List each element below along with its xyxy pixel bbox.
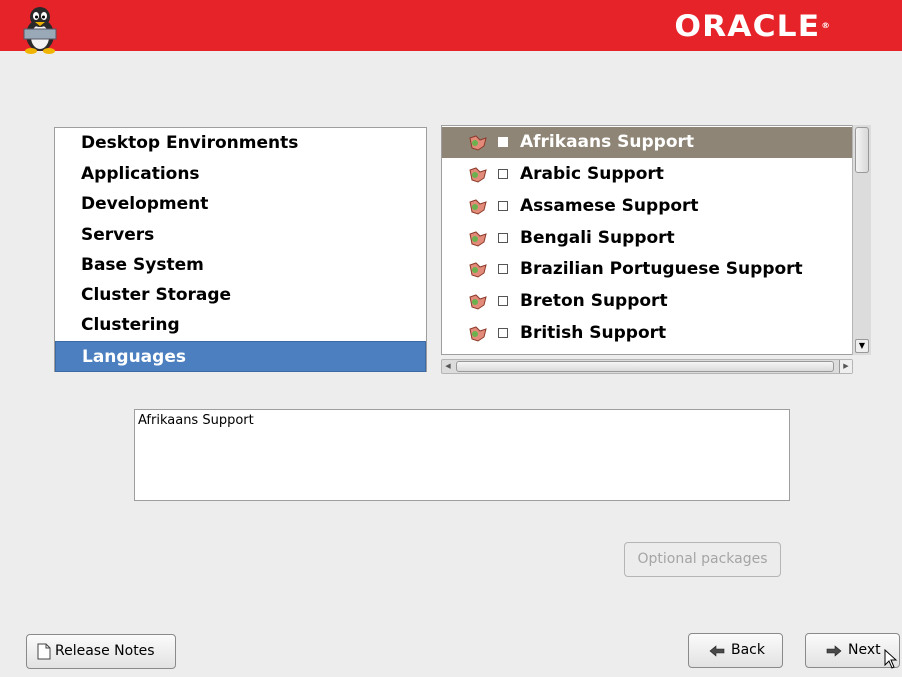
scroll-right-arrow-icon[interactable]: ▶ xyxy=(839,360,852,373)
category-item-cluster-storage[interactable]: Cluster Storage xyxy=(55,280,426,311)
release-notes-label: Release Notes xyxy=(55,643,155,659)
package-group-icon xyxy=(469,231,487,247)
document-icon xyxy=(37,643,51,660)
package-checkbox[interactable] xyxy=(498,201,508,211)
category-item-languages[interactable]: Languages xyxy=(55,341,426,372)
package-label: Afrikaans Support xyxy=(520,132,695,152)
package-item-assamese[interactable]: Assamese Support xyxy=(442,191,854,222)
category-item-servers[interactable]: Servers xyxy=(55,220,426,251)
next-label: Next xyxy=(848,642,881,658)
package-item-brazilian-portuguese[interactable]: Brazilian Portuguese Support xyxy=(442,254,854,285)
package-checkbox[interactable] xyxy=(498,169,508,179)
back-arrow-icon xyxy=(709,645,725,657)
package-item-breton[interactable]: Breton Support xyxy=(442,286,854,317)
scrollbar-thumb[interactable] xyxy=(456,361,834,372)
category-item-clustering[interactable]: Clustering xyxy=(55,310,426,341)
header-bar: ORACLE® xyxy=(0,0,902,54)
scroll-left-arrow-icon[interactable]: ◀ xyxy=(442,360,454,373)
back-label: Back xyxy=(731,642,765,658)
category-item-desktop-environments[interactable]: Desktop Environments xyxy=(55,128,426,159)
category-item-base-system[interactable]: Base System xyxy=(55,250,426,281)
package-item-arabic[interactable]: Arabic Support xyxy=(442,159,854,190)
next-arrow-icon xyxy=(826,645,842,657)
package-label: Assamese Support xyxy=(520,196,699,216)
release-notes-button[interactable]: Release Notes xyxy=(26,634,176,669)
package-label: Breton Support xyxy=(520,291,668,311)
package-checkbox[interactable] xyxy=(498,233,508,243)
package-list-horizontal-scrollbar[interactable]: ◀ ▶ xyxy=(441,359,853,374)
package-group-icon xyxy=(469,294,487,310)
package-item-bengali[interactable]: Bengali Support xyxy=(442,223,854,254)
package-checkbox[interactable] xyxy=(498,328,508,338)
package-checkbox[interactable] xyxy=(498,264,508,274)
package-description: Afrikaans Support xyxy=(134,409,790,501)
package-group-icon xyxy=(469,135,487,151)
package-item-british[interactable]: British Support xyxy=(442,318,854,349)
oracle-logo: ORACLE® xyxy=(674,9,831,43)
package-group-icon xyxy=(469,326,487,342)
back-button[interactable]: Back xyxy=(688,633,783,668)
package-label: Bengali Support xyxy=(520,228,675,248)
package-label: British Support xyxy=(520,323,667,343)
package-label: Arabic Support xyxy=(520,164,664,184)
optional-packages-button[interactable]: Optional packages xyxy=(624,542,781,577)
category-item-applications[interactable]: Applications xyxy=(55,159,426,190)
package-group-icon xyxy=(469,167,487,183)
package-checkbox[interactable] xyxy=(498,137,508,147)
package-item-afrikaans[interactable]: Afrikaans Support xyxy=(442,127,854,158)
package-checkbox[interactable] xyxy=(498,296,508,306)
package-list[interactable]: Afrikaans Support Arabic Support Assames… xyxy=(441,125,871,355)
scrollbar-thumb[interactable] xyxy=(855,127,869,173)
package-group-icon xyxy=(469,199,487,215)
category-item-development[interactable]: Development xyxy=(55,189,426,220)
category-list[interactable]: Desktop Environments Applications Develo… xyxy=(54,127,427,372)
scroll-down-arrow-icon[interactable]: ▼ xyxy=(855,339,869,353)
package-group-icon xyxy=(469,262,487,278)
tux-penguin-icon xyxy=(23,7,57,54)
package-list-vertical-scrollbar[interactable]: ▼ xyxy=(852,125,871,355)
mouse-cursor-icon xyxy=(884,649,898,669)
package-label: Brazilian Portuguese Support xyxy=(520,259,803,279)
